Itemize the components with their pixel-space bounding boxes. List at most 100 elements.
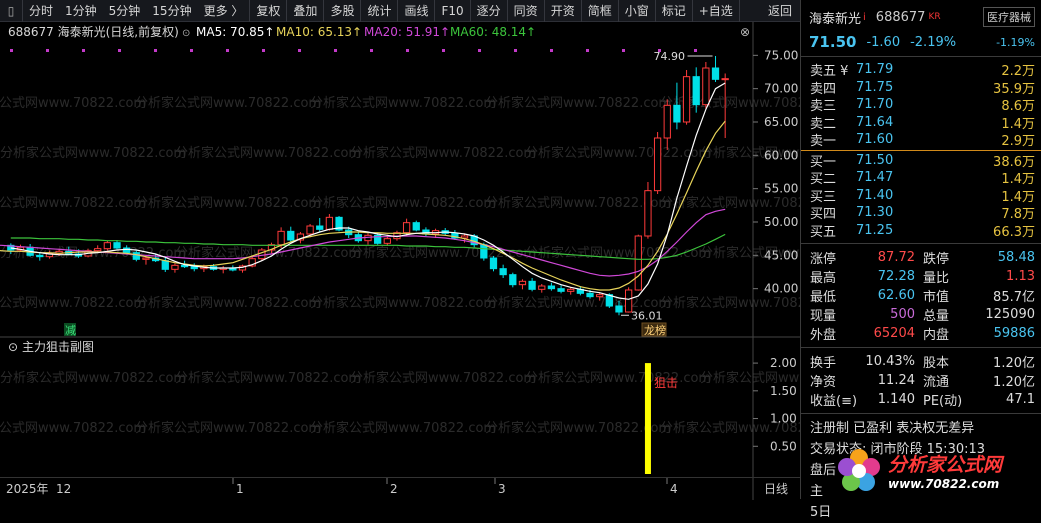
candle-body — [277, 230, 285, 246]
open-capital-button[interactable]: 开资 — [545, 2, 581, 19]
quote-header: 海泰新光 i 688677 KR 医疗器械 — [801, 0, 1041, 28]
time-label-feb: 2 — [390, 482, 398, 496]
reduce-signal-label: 减 — [65, 324, 76, 337]
ask-price: 71.79 — [856, 62, 894, 78]
sub-chart-title-icon[interactable]: ⊙ — [8, 340, 18, 354]
ask-label: 卖四 — [810, 81, 837, 97]
watermark-text: 分析家公式网www.70822.com — [175, 370, 361, 386]
signal-dot — [262, 49, 265, 52]
bid-row[interactable]: 买四 71.30 7.8万 — [801, 204, 1041, 222]
ask-volume: 2.2万 — [1001, 64, 1035, 80]
tab-intraday[interactable]: 分时 — [23, 2, 59, 19]
period-label[interactable]: 日线 — [764, 482, 788, 496]
high-price-label: 74.90 — [654, 50, 686, 63]
ask-row[interactable]: 卖四 71.75 35.9万 — [801, 79, 1041, 97]
small-window-button[interactable]: 小窗 — [619, 2, 655, 19]
price-row: 71.50 -1.60 -2.19% -1.19% — [801, 28, 1041, 52]
overlay-button[interactable]: 叠加 — [287, 2, 323, 19]
watermark-text: 分析家公式网www.70822.com — [485, 95, 671, 111]
ask-label: 卖二 — [810, 116, 837, 132]
bid-label: 买五 — [810, 224, 837, 240]
price-tick-label: 75.00 — [764, 48, 798, 62]
candle-body — [142, 257, 150, 260]
signal-dot — [334, 49, 337, 52]
candle-body — [161, 260, 169, 270]
candle-body — [103, 242, 111, 250]
draw-line-button[interactable]: 画线 — [398, 2, 434, 19]
sector-tag[interactable]: 医疗器械 — [983, 7, 1035, 27]
indicator-menu-icon[interactable]: ⊙ — [182, 28, 190, 39]
panel-toggle-icon[interactable]: ▯ — [0, 0, 22, 22]
candle-body — [586, 292, 594, 298]
bid-row[interactable]: 买一 71.50 38.6万 — [801, 152, 1041, 170]
price-tick-label: 40.00 — [764, 282, 798, 296]
stat-row: 最高 72.28 量比 1.13 — [801, 267, 1041, 286]
stat-value: 125090 — [985, 307, 1035, 322]
statistics-button[interactable]: 统计 — [361, 2, 397, 19]
kline-chart[interactable]: 分析家公式网www.70822.com 分析家公式网www.70822.com 分析… — [0, 22, 886, 477]
per-minute-button[interactable]: 逐分 — [471, 2, 507, 19]
signal-dot — [550, 49, 553, 52]
adjust-button[interactable]: 复权 — [250, 2, 286, 19]
candle-body — [682, 76, 691, 123]
ask-row[interactable]: 卖五 ¥ 71.79 2.2万 — [801, 61, 1041, 79]
toolbar-divider — [738, 0, 740, 22]
candle-body — [528, 280, 536, 290]
mark-button[interactable]: 标记 — [656, 2, 692, 19]
tab-15min[interactable]: 15分钟 — [146, 2, 197, 19]
sub-chart-bars — [644, 363, 651, 474]
signal-dot — [514, 49, 517, 52]
watermark-text: 分析家公式网www.70822.com — [0, 195, 146, 211]
candle-body — [567, 288, 575, 292]
ask-row[interactable]: 卖一 71.60 2.9万 — [801, 131, 1041, 149]
time-label-apr: 4 — [670, 482, 678, 496]
stat-label: 现量 — [810, 309, 837, 324]
quote-divider — [801, 243, 1041, 244]
ask-volume: 35.9万 — [993, 81, 1035, 97]
ask-volume: 8.6万 — [1001, 99, 1035, 115]
expand-chart-icon[interactable]: ⊗ — [740, 25, 750, 39]
stat-row: 换手 10.43% 股本 1.20亿 — [801, 352, 1041, 371]
signal-dots-row — [10, 49, 697, 52]
stat-label: 最高 — [810, 271, 837, 286]
time-axis: 2025年 12 1 2 3 4 日线 — [0, 477, 800, 500]
same-capital-button[interactable]: 同资 — [508, 2, 544, 19]
candle-body — [538, 285, 546, 290]
back-button[interactable]: 返回 — [760, 2, 800, 19]
stat-label: 量比 — [923, 271, 950, 286]
price-tick-label: 65.00 — [764, 115, 798, 129]
candle-body — [634, 235, 642, 291]
candle-body — [287, 230, 295, 241]
stat-row: 净资 11.24 流通 1.20亿 — [801, 371, 1041, 390]
f10-button[interactable]: F10 — [435, 4, 469, 18]
stat-value: 65204 — [873, 326, 915, 341]
bid-label: 买四 — [810, 207, 837, 223]
watermark-text: 分析家公式网www.70822.com — [135, 95, 321, 111]
bid-row[interactable]: 买三 71.40 1.4万 — [801, 187, 1041, 205]
bid-row[interactable]: 买二 71.47 1.4万 — [801, 169, 1041, 187]
stats-block-2: 换手 10.43% 股本 1.20亿 净资 11.24 流通 1.20亿 收益(≡) 1.14… — [801, 352, 1041, 409]
quote-divider — [801, 56, 1041, 57]
watermark-text: 分析家公式网www.70822.com — [310, 195, 496, 211]
ask-price: 71.70 — [856, 97, 894, 113]
bid-row[interactable]: 买五 71.25 66.3万 — [801, 222, 1041, 240]
stat-label: 收益(≡) — [810, 394, 858, 409]
add-watchlist-button[interactable]: +自选 — [693, 2, 739, 19]
ask-row[interactable]: 卖三 71.70 8.6万 — [801, 96, 1041, 114]
chart-area[interactable]: 分析家公式网www.70822.com 分析家公式网www.70822.com 分析… — [0, 22, 886, 477]
tab-5min[interactable]: 5分钟 — [103, 2, 147, 19]
dragon-list-label: 龙榜 — [644, 323, 666, 337]
watermark-text: 分析家公式网www.70822.com — [485, 420, 671, 436]
multi-stock-button[interactable]: 多股 — [324, 2, 360, 19]
sub-tick-label: 1.50 — [770, 384, 797, 398]
stat-value: 10.43% — [865, 354, 915, 369]
stat-value: 500 — [890, 307, 915, 322]
stat-value: 1.140 — [877, 392, 915, 407]
signal-dot — [442, 49, 445, 52]
ma5-line — [10, 82, 726, 300]
bid-price: 71.50 — [856, 152, 894, 168]
tab-more[interactable]: 更多 〉 — [198, 2, 250, 19]
ask-row[interactable]: 卖二 71.64 1.4万 — [801, 114, 1041, 132]
simple-frame-button[interactable]: 简框 — [582, 2, 618, 19]
tab-1min[interactable]: 1分钟 — [59, 2, 103, 19]
